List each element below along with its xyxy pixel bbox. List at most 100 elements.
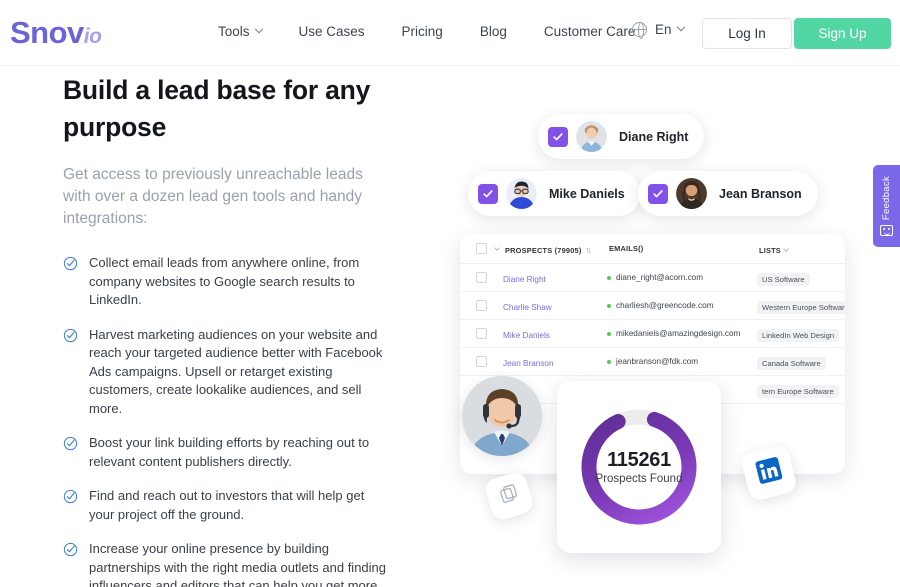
logo-suffix-text: io bbox=[83, 25, 102, 48]
checkbox-checked-icon[interactable] bbox=[478, 183, 498, 204]
nav-item-use-cases[interactable]: Use Cases bbox=[299, 24, 365, 39]
cell-list-chip: LinkedIn Web Design bbox=[757, 328, 840, 342]
column-header-lists[interactable]: LISTS bbox=[759, 240, 845, 258]
check-circle-icon bbox=[63, 328, 78, 343]
cell-prospect-name: Diane Right bbox=[503, 274, 546, 284]
cell-list-chip: tern Europe Software bbox=[757, 384, 839, 398]
status-dot-icon bbox=[607, 275, 611, 280]
cell-list-chip: Western Europe Software bbox=[757, 300, 845, 314]
column-header-prospects[interactable]: PROSPECTS (79905) ⇅ bbox=[505, 240, 609, 258]
sort-icon: ⇅ bbox=[585, 247, 592, 255]
language-label: En bbox=[655, 22, 672, 37]
nav-item-blog[interactable]: Blog bbox=[480, 24, 507, 39]
table-row[interactable]: Charlie Shaw charliesh@greencode.com Wes… bbox=[460, 292, 845, 320]
person-card-diane-right[interactable]: Diane Right bbox=[538, 114, 705, 159]
checkbox-checked-icon[interactable] bbox=[548, 126, 568, 147]
column-header-emails[interactable]: EMAILS() bbox=[609, 244, 759, 253]
avatar bbox=[506, 178, 537, 209]
main-nav: Tools Use Cases Pricing Blog Customer Ca… bbox=[218, 24, 635, 39]
nav-item-tools[interactable]: Tools bbox=[218, 24, 263, 39]
cell-list-chip: US Software bbox=[757, 272, 810, 286]
check-circle-icon bbox=[63, 256, 78, 271]
copy-icon bbox=[496, 482, 521, 511]
chevron-down-icon bbox=[783, 245, 789, 252]
chevron-down-icon bbox=[676, 22, 685, 31]
person-name: Diane Right bbox=[619, 129, 689, 144]
prospects-found-count: 115261 bbox=[607, 449, 671, 471]
nav-label-use-cases: Use Cases bbox=[298, 24, 365, 39]
avatar bbox=[676, 178, 707, 209]
logo-main-text: Snov bbox=[10, 15, 84, 50]
language-selector[interactable]: En bbox=[631, 21, 685, 39]
nav-item-customer-care[interactable]: Customer Care bbox=[544, 24, 636, 39]
list-item-text: Harvest marketing audiences on your webs… bbox=[89, 326, 383, 416]
globe-icon bbox=[631, 21, 647, 39]
support-agent-avatar bbox=[462, 376, 542, 456]
nav-label-pricing: Pricing bbox=[401, 24, 443, 39]
person-name: Mike Daniels bbox=[549, 186, 625, 201]
page-title: Build a lead base for any purpose bbox=[63, 75, 371, 142]
feedback-smiley-icon bbox=[880, 224, 893, 236]
person-card-jean-branson[interactable]: Jean Branson bbox=[638, 171, 818, 216]
list-item: Find and reach out to investors that wil… bbox=[63, 487, 393, 524]
row-checkbox[interactable] bbox=[476, 356, 487, 367]
login-button-label: Log In bbox=[728, 26, 766, 41]
nav-item-pricing[interactable]: Pricing bbox=[402, 24, 443, 39]
person-name: Jean Branson bbox=[719, 186, 802, 201]
check-circle-icon bbox=[63, 436, 78, 451]
chevron-down-icon[interactable] bbox=[494, 244, 500, 251]
prospects-found-card: 115261 Prospects Found bbox=[557, 381, 721, 553]
site-header: Snovio Tools Use Cases Pricing Blog Cust… bbox=[0, 0, 900, 66]
check-circle-icon bbox=[63, 489, 78, 504]
list-item: Increase your online presence by buildin… bbox=[63, 540, 393, 587]
row-checkbox[interactable] bbox=[476, 300, 487, 311]
table-row[interactable]: Jean Branson jeanbranson@fdk.com Canada … bbox=[460, 348, 845, 376]
select-all-checkbox[interactable] bbox=[476, 243, 487, 254]
list-item-text: Find and reach out to investors that wil… bbox=[89, 488, 365, 522]
person-card-mike-daniels[interactable]: Mike Daniels bbox=[468, 171, 641, 216]
row-checkbox[interactable] bbox=[476, 328, 487, 339]
status-dot-icon bbox=[607, 303, 611, 308]
hero-left-column: Build a lead base for any purpose Get ac… bbox=[63, 72, 393, 587]
nav-label-tools: Tools bbox=[218, 24, 250, 39]
nav-label-customer-care: Customer Care bbox=[543, 24, 636, 39]
list-item: Collect email leads from anywhere online… bbox=[63, 254, 393, 310]
table-row[interactable]: Diane Right diane_right@acorn.com US Sof… bbox=[460, 264, 845, 292]
check-circle-icon bbox=[63, 542, 78, 557]
table-row[interactable]: Mike Daniels mikedaniels@amazingdesign.c… bbox=[460, 320, 845, 348]
status-dot-icon bbox=[607, 359, 611, 364]
feedback-tab[interactable]: Feedback bbox=[873, 165, 900, 247]
copy-mini-card bbox=[482, 469, 536, 523]
status-dot-icon bbox=[607, 331, 611, 336]
list-item-text: Collect email leads from anywhere online… bbox=[89, 255, 360, 307]
site-logo[interactable]: Snovio bbox=[10, 14, 102, 56]
prospects-found-caption: Prospects Found bbox=[595, 473, 683, 485]
signup-button[interactable]: Sign Up bbox=[794, 18, 891, 49]
cell-email: mikedaniels@amazingdesign.com bbox=[616, 329, 741, 338]
login-button[interactable]: Log In bbox=[702, 18, 792, 49]
linkedin-icon bbox=[753, 455, 785, 490]
nav-label-blog: Blog bbox=[479, 24, 507, 39]
row-checkbox[interactable] bbox=[476, 272, 487, 283]
cell-list-chip: Canada Software bbox=[757, 356, 826, 370]
cell-email: jeanbranson@fdk.com bbox=[616, 357, 699, 366]
list-item: Harvest marketing audiences on your webs… bbox=[63, 326, 393, 419]
hero-illustration: Diane Right Mike Daniels Jean Branson PR… bbox=[440, 66, 860, 586]
table-header-row: PROSPECTS (79905)⇅ EMAILS() LISTS TA bbox=[460, 234, 845, 264]
cell-prospect-name: Mike Daniels bbox=[503, 330, 550, 340]
signup-button-label: Sign Up bbox=[818, 26, 867, 41]
cell-email: diane_right@acorn.com bbox=[616, 273, 704, 282]
page-root: Snovio Tools Use Cases Pricing Blog Cust… bbox=[0, 0, 900, 587]
list-item-text: Boost your link building efforts by reac… bbox=[89, 435, 370, 469]
donut-chart: 115261 Prospects Found bbox=[575, 403, 703, 531]
checkbox-checked-icon[interactable] bbox=[648, 183, 668, 204]
cell-email: charliesh@greencode.com bbox=[616, 301, 714, 310]
list-item: Boost your link building efforts by reac… bbox=[63, 434, 393, 471]
cell-prospect-name: Charlie Shaw bbox=[503, 302, 552, 312]
avatar bbox=[576, 121, 607, 152]
feedback-label: Feedback bbox=[881, 176, 892, 221]
chevron-down-icon bbox=[254, 24, 263, 33]
donut-center-label: 115261 Prospects Found bbox=[575, 403, 703, 531]
feature-list: Collect email leads from anywhere online… bbox=[63, 254, 393, 587]
cell-prospect-name: Jean Branson bbox=[503, 358, 554, 368]
